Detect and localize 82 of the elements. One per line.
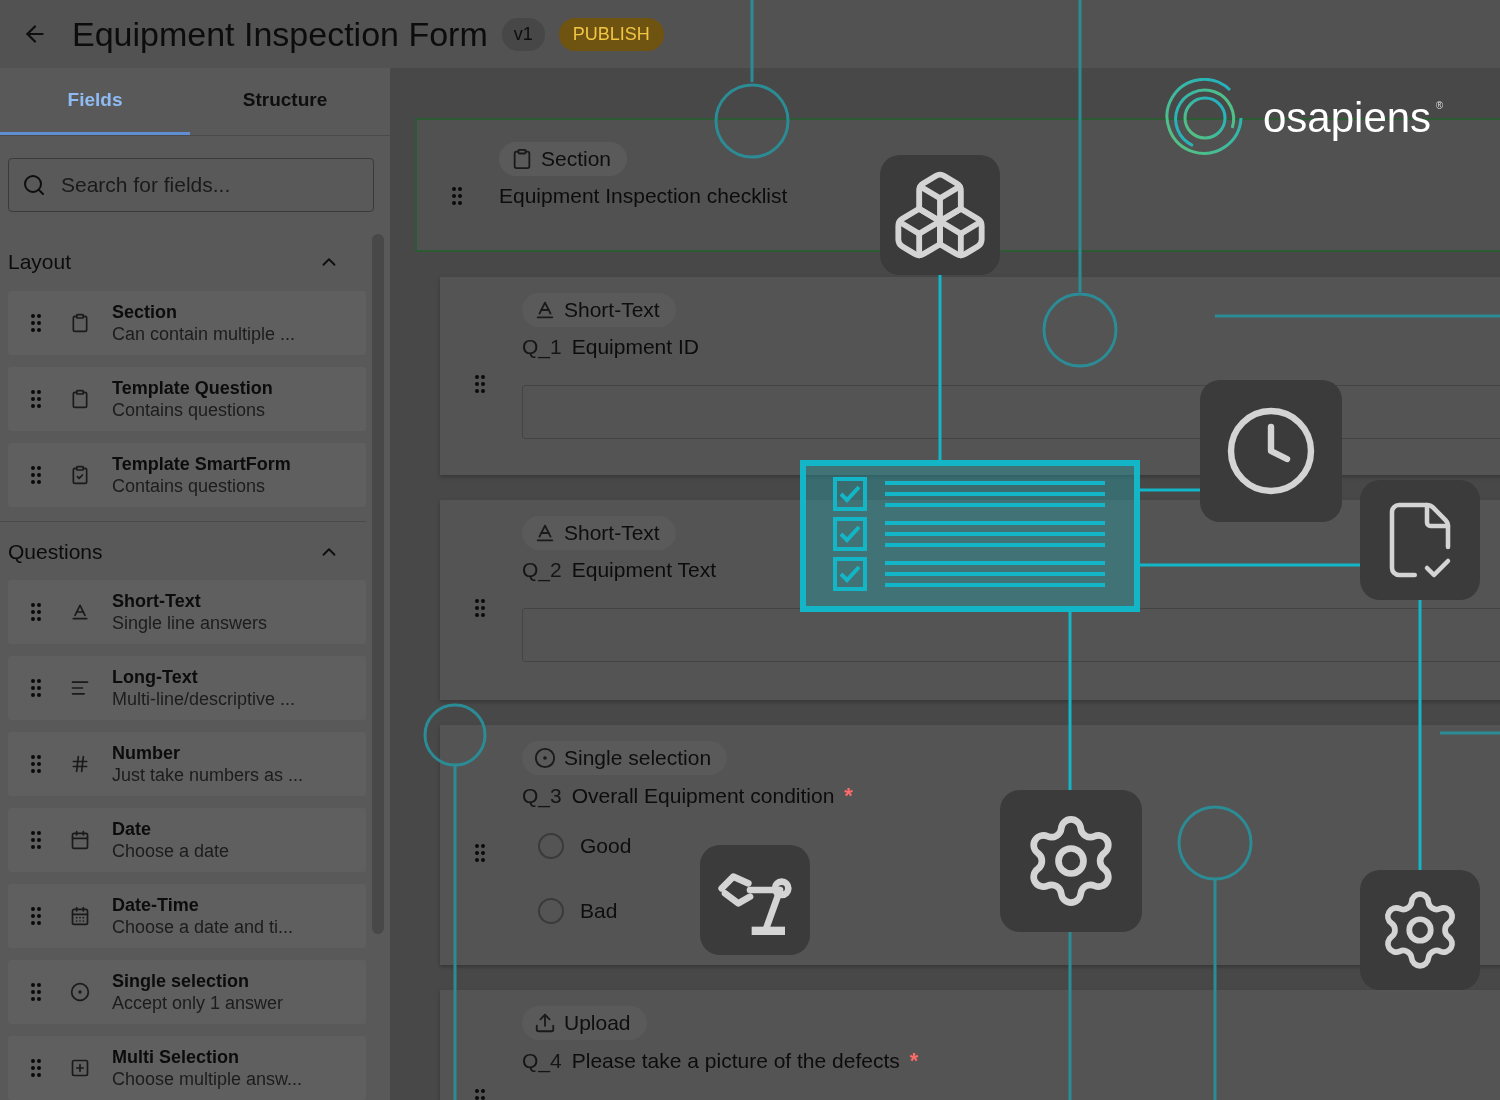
field-type-name: Date-Time — [112, 894, 200, 916]
field-type-name: Number — [112, 742, 181, 764]
field-type-description: Single line answers — [112, 612, 268, 634]
field-type-description: Multi-line/descriptive ... — [112, 688, 296, 710]
calendar-icon — [70, 830, 90, 850]
section-title: Equipment Inspection checklist — [499, 184, 788, 208]
chip-label: Single selection — [564, 746, 712, 770]
search-icon — [22, 173, 46, 197]
field-type-name: Long-Text — [112, 666, 199, 688]
field-type-item[interactable]: Long-Text Multi-line/descriptive ... — [8, 656, 366, 720]
chip-label: Section — [541, 147, 612, 171]
sidebar-tab[interactable]: Structure — [190, 68, 380, 135]
group-title: Layout — [8, 250, 72, 275]
field-type-item[interactable]: Section Can contain multiple ... — [8, 290, 366, 355]
field-type-description: Choose a date and ti... — [112, 916, 294, 938]
question-card[interactable]: Upload Q_4 Please take a picture of the defects * — [440, 990, 1500, 1100]
question-label: Equipment Text — [571, 558, 717, 582]
connector-line — [1140, 488, 1200, 492]
field-type-name: Date — [112, 818, 152, 840]
radio-button[interactable] — [538, 832, 564, 859]
field-type-name: Single selection — [112, 970, 251, 992]
text-icon — [534, 299, 556, 321]
question-card[interactable]: Short-Text Q_1 Equipment ID — [440, 277, 1500, 475]
clipboard-check-icon — [70, 464, 90, 485]
publish-badge[interactable]: PUBLISH — [558, 17, 664, 51]
chip-label: Short-Text — [564, 521, 660, 545]
field-type-item[interactable]: Template SmartForm Contains questions — [8, 442, 366, 507]
field-type-item[interactable]: Date-Time Choose a date and ti... — [8, 884, 366, 948]
calendar-icon — [70, 906, 90, 926]
connector-line — [1440, 731, 1500, 735]
option-label: Good — [580, 833, 632, 858]
clipboard-icon — [511, 148, 533, 170]
required-mark: * — [909, 1048, 919, 1074]
sidebar-tab[interactable]: Fields — [0, 68, 190, 135]
search-field[interactable]: Search for fields... — [8, 158, 374, 212]
field-type-name: Template SmartForm — [112, 452, 291, 475]
field-type-description: Accept only 1 answer — [112, 992, 284, 1014]
clipboard-icon — [70, 312, 90, 333]
field-type-item[interactable]: Short-Text Single line answers — [8, 580, 366, 644]
radio-icon — [70, 982, 90, 1002]
question-number: Q_1 — [522, 335, 562, 359]
answer-field[interactable] — [522, 608, 1500, 662]
paragraph-icon — [70, 678, 90, 698]
option-label: Bad — [580, 898, 618, 923]
required-mark: * — [844, 783, 853, 809]
spiral-logo-icon — [1165, 78, 1245, 158]
question-label: Overall Equipment condition — [571, 784, 835, 808]
field-type-item[interactable]: Template Question Contains questions — [8, 366, 366, 431]
field-type-description: Choose a date — [112, 840, 230, 862]
field-type-item[interactable]: Single selection Accept only 1 answer — [8, 960, 366, 1024]
field-type-description: Choose multiple answ... — [112, 1068, 303, 1090]
add-box-icon — [70, 1058, 90, 1078]
field-type-name: Short-Text — [112, 590, 202, 612]
field-type-item[interactable]: Number Just take numbers as ... — [8, 732, 366, 796]
upload-icon — [534, 1012, 556, 1034]
field-type-name: Multi Selection — [112, 1046, 240, 1068]
field-type-name: Section — [112, 300, 178, 323]
radio-icon — [534, 747, 556, 769]
form-title: Equipment Inspection Form — [72, 14, 488, 54]
version-badge: v1 — [501, 17, 545, 51]
text-icon — [70, 602, 90, 622]
radio-button[interactable] — [538, 897, 564, 924]
field-type-name: Template Question — [112, 376, 273, 399]
text-icon — [534, 522, 556, 544]
registered-mark: ® — [1435, 100, 1444, 111]
question-label: Equipment ID — [571, 335, 699, 359]
ring-outline — [423, 703, 487, 767]
question-number: Q_2 — [522, 558, 562, 582]
field-type-description: Can contain multiple ... — [112, 322, 296, 345]
question-number: Q_3 — [522, 784, 562, 808]
field-type-description: Contains questions — [112, 474, 267, 497]
field-type-description: Just take numbers as ... — [112, 764, 304, 786]
clipboard-icon — [70, 388, 90, 409]
hash-icon — [70, 754, 90, 774]
field-type-item[interactable]: Date Choose a date — [8, 808, 366, 872]
group-title: Questions — [8, 539, 103, 564]
field-type-description: Contains questions — [112, 398, 267, 421]
chip-label: Short-Text — [564, 298, 660, 322]
chip-label: Upload — [564, 1011, 631, 1035]
field-type-item[interactable]: Multi Selection Choose multiple answ... — [8, 1036, 366, 1100]
question-label: Please take a picture of the defects — [571, 1049, 900, 1073]
question-number: Q_4 — [522, 1049, 562, 1073]
